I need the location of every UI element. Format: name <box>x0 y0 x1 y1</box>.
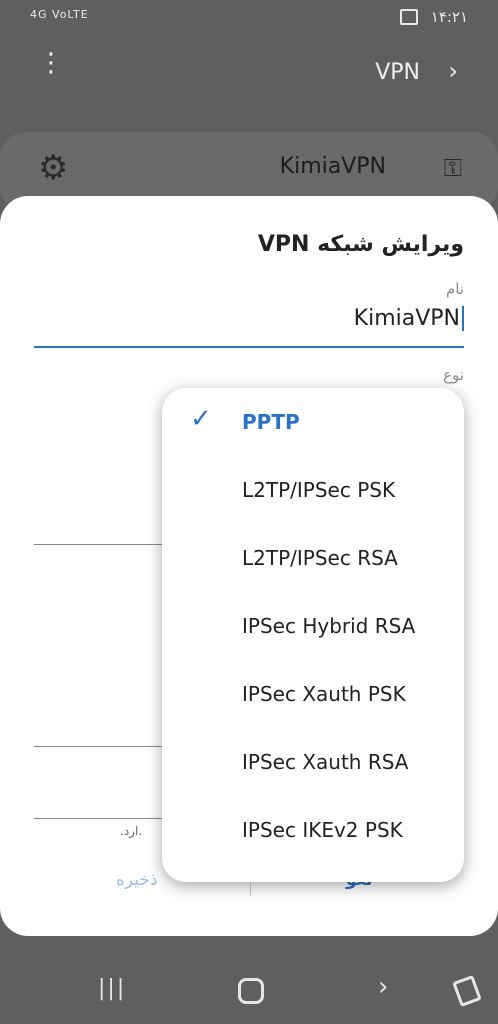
more-options-icon[interactable]: ⋮ <box>38 50 64 76</box>
dialog-title: ویرایش شبکه VPN <box>257 232 464 257</box>
vpn-profile-name: KimiaVPN <box>279 154 386 179</box>
dropdown-option[interactable]: IPSec Xauth RSA <box>242 750 408 774</box>
rotate-icon[interactable] <box>452 975 482 1007</box>
field-underline <box>34 746 164 747</box>
field-underline <box>34 818 164 819</box>
back-icon[interactable]: › <box>378 972 388 1002</box>
name-input[interactable]: KimiaVPN <box>354 306 464 331</box>
hint-text: .ارد. <box>120 824 143 838</box>
app-bar: ⋮ VPN › <box>0 40 498 104</box>
page-title: VPN <box>375 60 420 85</box>
type-label: نوع <box>443 366 464 384</box>
name-input-underline <box>34 346 464 348</box>
field-underline <box>34 544 164 545</box>
dropdown-option[interactable]: L2TP/IPSec PSK <box>242 478 395 502</box>
clock: ۱۴:۲۱ <box>430 8 468 26</box>
dropdown-option[interactable]: L2TP/IPSec RSA <box>242 546 398 570</box>
dropdown-option[interactable]: IPSec IKEv2 PSK <box>242 818 403 842</box>
dropdown-option[interactable]: IPSec Hybrid RSA <box>242 614 415 638</box>
save-button[interactable]: ذخیره <box>116 870 158 890</box>
checkmark-icon: ✓ <box>190 404 212 434</box>
key-icon: ⚿ <box>443 154 462 182</box>
system-nav-bar: ||| › <box>0 956 498 1024</box>
name-label: نام <box>445 280 464 298</box>
image-notification-icon <box>400 9 418 25</box>
chevron-right-icon[interactable]: › <box>448 57 458 85</box>
signal-indicator: 4G VoLTE <box>30 8 89 21</box>
recent-apps-icon[interactable]: ||| <box>98 976 126 1001</box>
dropdown-option[interactable]: PPTP <box>242 410 300 434</box>
dropdown-option[interactable]: IPSec Xauth PSK <box>242 682 406 706</box>
gear-icon[interactable]: ⚙ <box>38 148 68 188</box>
vpn-type-dropdown: ✓ PPTP L2TP/IPSec PSK L2TP/IPSec RSA IPS… <box>162 388 464 882</box>
status-bar: 4G VoLTE ۱۴:۲۱ <box>0 0 498 34</box>
home-icon[interactable] <box>238 978 264 1004</box>
